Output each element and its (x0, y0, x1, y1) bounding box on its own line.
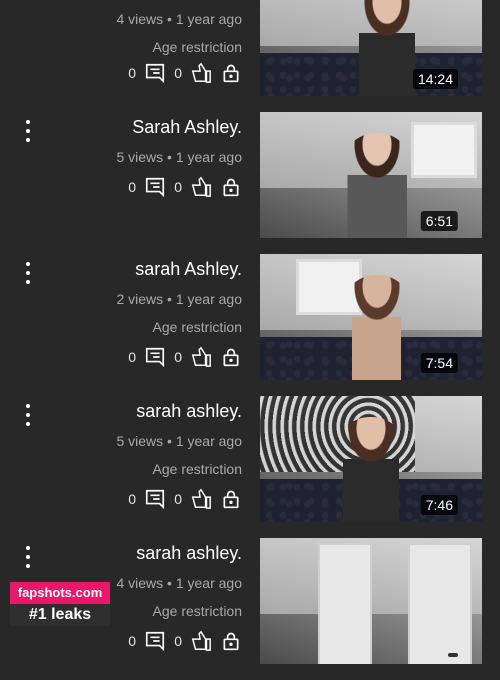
more-vert-icon[interactable] (19, 546, 37, 568)
comment-icon[interactable] (144, 176, 166, 198)
video-row[interactable]: 14:24 4 views • 1 year ago Age restricti… (0, 0, 500, 112)
video-row[interactable]: 7:46 sarah ashley. 5 views • 1 year ago … (0, 396, 500, 538)
video-title[interactable]: sarah ashley. (42, 542, 242, 564)
thumb-up-icon[interactable] (190, 346, 212, 368)
video-title[interactable]: sarah Ashley. (42, 258, 242, 280)
duration-badge (448, 653, 458, 657)
watermark-tagline: #1 leaks (10, 604, 110, 626)
like-count: 0 (174, 179, 182, 195)
lock-icon[interactable] (220, 488, 242, 510)
like-count: 0 (174, 491, 182, 507)
age-restriction-label: Age restriction (152, 461, 242, 477)
like-count: 0 (174, 65, 182, 81)
video-actions: 0 0 (92, 60, 242, 86)
video-title[interactable]: sarah ashley. (42, 400, 242, 422)
thumb-up-icon[interactable] (190, 62, 212, 84)
video-row[interactable]: 6:51 Sarah Ashley. 5 views • 1 year ago … (0, 112, 500, 254)
video-info: Sarah Ashley. 5 views • 1 year ago (42, 112, 242, 166)
comment-count: 0 (128, 491, 137, 507)
thumb-up-icon[interactable] (190, 488, 212, 510)
comment-count: 0 (128, 349, 137, 365)
lock-icon[interactable] (220, 630, 242, 652)
video-info: sarah ashley. 5 views • 1 year ago Age r… (42, 396, 242, 478)
video-views: 5 views • 1 year ago (116, 433, 242, 449)
video-thumbnail[interactable]: 14:24 (260, 0, 482, 96)
duration-badge: 7:46 (420, 495, 458, 515)
more-vert-icon[interactable] (19, 404, 37, 426)
video-thumbnail[interactable] (260, 538, 482, 664)
lock-icon[interactable] (220, 176, 242, 198)
more-vert-icon[interactable] (19, 262, 37, 284)
video-row[interactable]: 7:54 sarah Ashley. 2 views • 1 year ago … (0, 254, 500, 396)
video-actions: 0 0 (92, 174, 242, 200)
lock-icon[interactable] (220, 346, 242, 368)
video-thumbnail[interactable]: 7:54 (260, 254, 482, 380)
video-actions: 0 0 (92, 344, 242, 370)
comment-icon[interactable] (144, 488, 166, 510)
video-info: 4 views • 1 year ago Age restriction (42, 0, 242, 56)
comment-icon[interactable] (144, 62, 166, 84)
lock-icon[interactable] (220, 62, 242, 84)
thumb-up-icon[interactable] (190, 630, 212, 652)
duration-badge: 7:54 (420, 353, 458, 373)
duration-badge: 14:24 (412, 69, 458, 89)
video-list: 14:24 4 views • 1 year ago Age restricti… (0, 0, 500, 664)
comment-count: 0 (128, 65, 137, 81)
age-restriction-label: Age restriction (152, 319, 242, 335)
video-views: 4 views • 1 year ago (116, 11, 242, 27)
like-count: 0 (174, 633, 182, 649)
video-thumbnail[interactable]: 7:46 (260, 396, 482, 522)
video-title[interactable]: Sarah Ashley. (42, 116, 242, 138)
comment-icon[interactable] (144, 346, 166, 368)
video-actions: 0 0 (92, 486, 242, 512)
video-info: sarah Ashley. 2 views • 1 year ago Age r… (42, 254, 242, 336)
watermark-site: fapshots.com (10, 582, 110, 604)
thumb-up-icon[interactable] (190, 176, 212, 198)
comment-icon[interactable] (144, 630, 166, 652)
comment-count: 0 (128, 179, 137, 195)
watermark: fapshots.com #1 leaks (10, 582, 110, 626)
like-count: 0 (174, 349, 182, 365)
more-vert-icon[interactable] (19, 120, 37, 142)
age-restriction-label: Age restriction (152, 39, 242, 55)
duration-badge: 6:51 (420, 211, 458, 231)
video-thumbnail[interactable]: 6:51 (260, 112, 482, 238)
video-views: 5 views • 1 year ago (116, 149, 242, 165)
comment-count: 0 (128, 633, 137, 649)
video-actions: 0 0 (92, 628, 242, 654)
video-views: 2 views • 1 year ago (116, 291, 242, 307)
